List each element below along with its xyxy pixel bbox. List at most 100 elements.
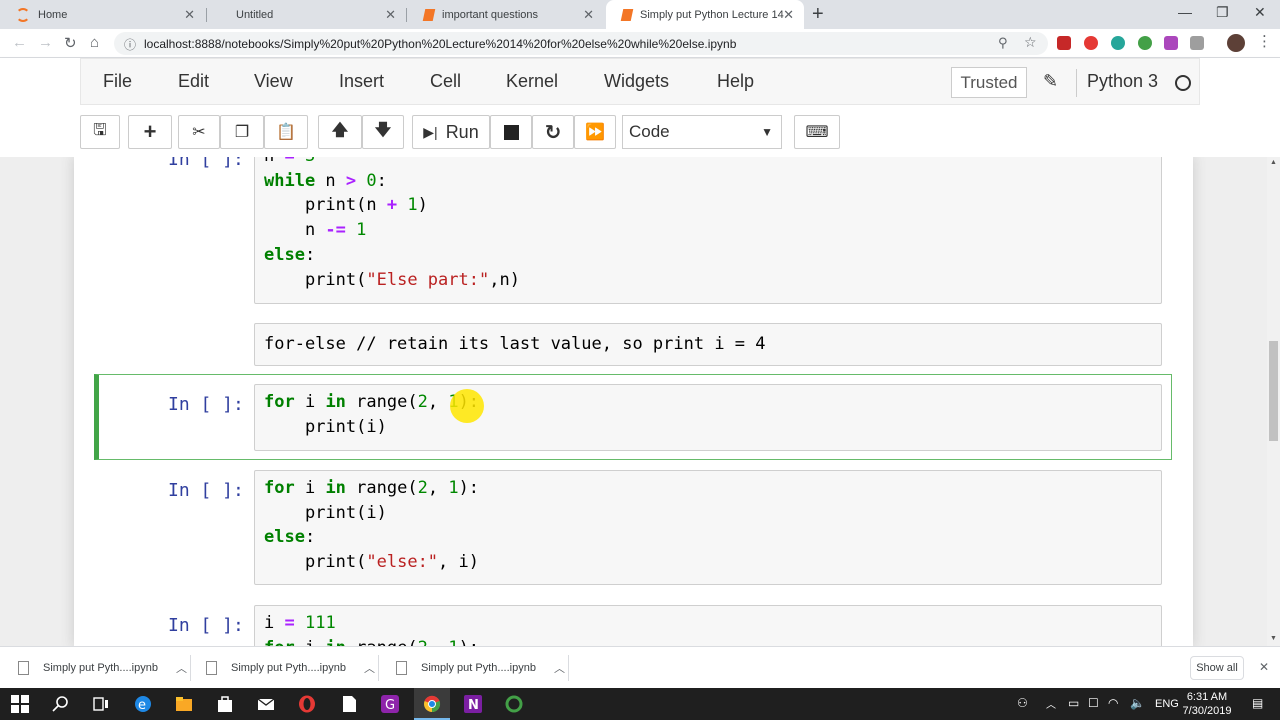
scissors-icon: ✂ [192,124,206,141]
divider [1076,69,1077,97]
code-cell-input[interactable]: for i in range(2, 1): print(i) [254,384,1162,451]
wifi-icon[interactable]: ◠ [1108,696,1118,710]
command-palette-button[interactable]: ⌨ [794,115,840,149]
extension-icon[interactable] [1111,36,1125,50]
move-down-button[interactable]: 🡇 [362,115,404,149]
star-icon[interactable]: ☆ [1024,34,1037,51]
download-item[interactable]: Simply put Pyth....ipynb ︿ [396,647,565,689]
clock[interactable]: 6:31 AM 7/30/2019 [1176,690,1238,718]
kernel-name[interactable]: Python 3 [1087,71,1158,92]
interrupt-button[interactable] [490,115,532,149]
notebook-toolbar: 🖫 + ✂ ❐ 📋 🡅 🡇 ▶| Run ↻ ⏩ Code ▼ ⌨ [80,111,1200,153]
chevron-up-icon[interactable]: ︿ [1046,696,1056,711]
close-icon[interactable]: ✕ [1259,660,1269,674]
tab-untitled[interactable]: Untitled ✕ [208,0,406,29]
menu-insert[interactable]: Insert [339,71,384,92]
mail-icon[interactable] [257,695,275,713]
task-view-icon[interactable] [92,695,110,713]
battery-icon[interactable]: ▭ [1068,696,1079,710]
restart-button[interactable]: ↻ [532,115,574,149]
back-arrow-icon[interactable]: ← [12,34,27,51]
run-button[interactable]: ▶| Run [412,115,490,149]
save-button[interactable]: 🖫 [80,115,120,149]
close-icon[interactable]: ✕ [783,7,794,23]
notebook-icon [620,8,634,21]
store-icon[interactable] [216,695,234,713]
move-up-button[interactable]: 🡅 [318,115,362,149]
close-icon[interactable]: ✕ [583,7,594,23]
document-icon[interactable] [340,695,358,713]
pencil-icon[interactable]: ✎ [1043,71,1058,92]
extension-icon[interactable] [1057,36,1071,50]
scroll-down-icon[interactable]: ▼ [1270,635,1277,642]
edge-icon[interactable]: e [134,695,152,713]
download-item[interactable]: Simply put Pyth....ipynb ︿ [18,647,187,689]
tab-lecture-14[interactable]: Simply put Python Lecture 14 for ✕ [606,0,804,29]
search-icon[interactable] [52,695,70,713]
maximize-icon[interactable]: ❐ [1216,4,1229,21]
menu-view[interactable]: View [254,71,293,92]
minimize-icon[interactable]: — [1178,4,1192,20]
copy-button[interactable]: ❐ [220,115,264,149]
reload-icon[interactable]: ↻ [64,34,77,52]
cut-button[interactable]: ✂ [178,115,220,149]
file-explorer-icon[interactable] [175,695,193,713]
download-item[interactable]: Simply put Pyth....ipynb ︿ [206,647,375,689]
chrome-icon[interactable] [423,695,441,713]
menu-widgets[interactable]: Widgets [604,71,669,92]
menu-kernel[interactable]: Kernel [506,71,558,92]
menu-help[interactable]: Help [717,71,754,92]
file-icon [18,661,29,675]
recorder-icon[interactable] [505,695,523,713]
network-icon[interactable]: ☐ [1088,696,1099,710]
more-menu-icon[interactable]: ⋮ [1257,32,1272,50]
grammarly-icon[interactable] [1138,36,1152,50]
close-icon[interactable]: ✕ [385,7,396,23]
cell-type-select[interactable]: Code ▼ [622,115,782,149]
notification-icon[interactable]: ▤ [1252,696,1263,710]
scrollbar-thumb[interactable] [1269,341,1278,441]
close-window-icon[interactable]: ✕ [1254,4,1266,21]
adblock-icon[interactable] [1084,36,1098,50]
app-icon[interactable]: G [381,695,399,713]
people-icon[interactable]: ⚇ [1017,696,1028,710]
paste-button[interactable]: 📋 [264,115,308,149]
insert-cell-button[interactable]: + [128,115,172,149]
code-cell-input[interactable]: n = 3 while n > 0: print(n + 1) n -= 1 e… [254,157,1162,304]
forward-arrow-icon[interactable]: → [38,34,53,51]
zoom-icon[interactable]: ⚲ [998,35,1008,51]
scrollbar[interactable]: ▲ ▼ [1267,157,1280,646]
menu-file[interactable]: File [103,71,132,92]
copy-icon: ❐ [234,124,250,141]
tab-divider [406,8,407,22]
extension-icon[interactable] [1190,36,1204,50]
menu-cell[interactable]: Cell [430,71,461,92]
volume-icon[interactable]: 🔈 [1130,696,1145,710]
code-cell-input[interactable]: i = 111 for i in range(2, 1): [254,605,1162,646]
divider [568,655,569,681]
home-icon[interactable]: ⌂ [90,34,99,51]
chevron-up-icon[interactable]: ︿ [176,660,187,676]
windows-start-icon[interactable] [11,695,29,713]
cursor-highlight [450,389,484,423]
chevron-up-icon[interactable]: ︿ [364,660,375,676]
menu-edit[interactable]: Edit [178,71,209,92]
tab-important-questions[interactable]: important questions ✕ [408,0,604,29]
scroll-up-icon[interactable]: ▲ [1270,159,1277,166]
notebook-page: In [ ]: n = 3 while n > 0: print(n + 1) … [74,157,1193,646]
tab-home[interactable]: Home ✕ [0,0,205,29]
trusted-indicator[interactable]: Trusted [951,67,1027,98]
show-all-button[interactable]: Show all [1190,656,1244,680]
extension-icon[interactable] [1164,36,1178,50]
restart-run-all-button[interactable]: ⏩ [574,115,616,149]
close-icon[interactable]: ✕ [184,7,195,23]
new-tab-button[interactable]: + [812,3,824,26]
chevron-up-icon[interactable]: ︿ [554,660,565,676]
jupyter-icon [16,7,30,22]
url-bar[interactable]: ⓘ localhost:8888/notebooks/Simply%20put%… [114,32,1048,55]
onenote-icon[interactable]: N [464,695,482,713]
opera-icon[interactable] [298,695,316,713]
avatar[interactable] [1227,34,1245,52]
markdown-cell[interactable]: for-else // retain its last value, so pr… [254,323,1162,366]
code-cell-input[interactable]: for i in range(2, 1): print(i) else: pri… [254,470,1162,585]
